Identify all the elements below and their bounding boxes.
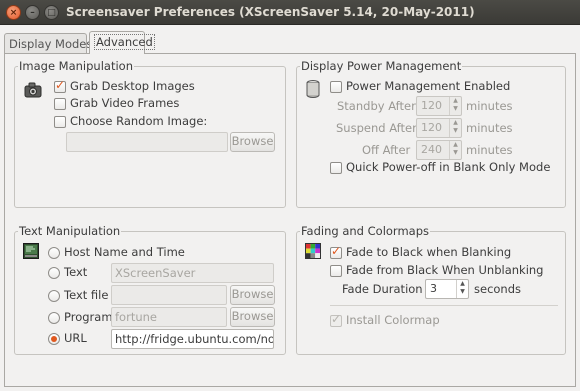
grab-video-checkbox[interactable] [54, 98, 66, 110]
install-colormap-checkbox[interactable] [330, 312, 342, 327]
fading-title: Fading and Colormaps [300, 224, 430, 238]
power-management-label: Power Management Enabled [346, 79, 511, 93]
fading-separator [330, 305, 558, 306]
standby-arrows-icon[interactable]: ▲ ▼ [449, 97, 461, 115]
image-browse-button[interactable]: Browse [230, 132, 275, 152]
fade-to-black-label: Fade to Black when Blanking [346, 245, 512, 259]
fade-from-black-checkbox[interactable] [330, 265, 342, 277]
host-name-radio[interactable] [48, 247, 60, 259]
program-label: Program [64, 310, 113, 324]
text-file-label: Text file [64, 288, 109, 302]
program-browse-button[interactable]: Browse [230, 307, 275, 327]
quick-poweroff-label: Quick Power-off in Blank Only Mode [346, 160, 551, 174]
text-manipulation-title: Text Manipulation [18, 224, 122, 238]
maximize-button[interactable]: □ [44, 5, 59, 20]
minimize-button[interactable]: – [25, 5, 40, 20]
suspend-label: Suspend After [336, 121, 417, 135]
grab-desktop-label: Grab Desktop Images [70, 79, 195, 93]
quick-poweroff-checkbox[interactable] [330, 162, 342, 174]
host-name-label: Host Name and Time [64, 245, 185, 259]
grab-video-label: Grab Video Frames [70, 96, 180, 110]
fade-duration-spinner[interactable]: 3 ▲ ▼ [425, 279, 469, 299]
fade-duration-arrows-icon[interactable]: ▲ ▼ [456, 280, 468, 298]
camera-icon [24, 82, 42, 98]
standby-value: 120 [421, 99, 442, 112]
standby-spinner[interactable]: 120 ▲ ▼ [416, 96, 462, 116]
program-input[interactable]: fortune [111, 307, 227, 327]
fade-duration-unit: seconds [474, 282, 522, 296]
standby-unit: minutes [466, 99, 513, 113]
grab-desktop-checkbox[interactable] [54, 78, 66, 93]
tab-display-modes[interactable]: Display Modes [4, 33, 92, 53]
power-can-icon [306, 80, 320, 98]
suspend-spinner[interactable]: 120 ▲ ▼ [416, 118, 462, 138]
off-arrows-icon[interactable]: ▲ ▼ [449, 141, 461, 159]
fade-from-black-label: Fade from Black When Unblanking [346, 263, 544, 277]
image-manipulation-title: Image Manipulation [18, 59, 134, 73]
suspend-unit: minutes [466, 121, 513, 135]
display-power-title: Display Power Management [300, 59, 463, 73]
choose-random-checkbox[interactable] [54, 116, 66, 128]
text-file-input[interactable] [111, 285, 227, 305]
url-label: URL [64, 331, 87, 345]
off-label: Off After [362, 143, 411, 157]
text-file-browse-button[interactable]: Browse [230, 285, 275, 305]
standby-label: Standby After [337, 99, 416, 113]
program-radio[interactable] [48, 312, 60, 324]
text-terminal-icon [23, 243, 39, 259]
text-label: Text [64, 265, 88, 279]
off-unit: minutes [466, 143, 513, 157]
url-input[interactable]: http://fridge.ubuntu.com/node/ [111, 329, 274, 349]
fade-duration-label: Fade Duration [342, 282, 423, 296]
suspend-arrows-icon[interactable]: ▲ ▼ [449, 119, 461, 137]
colormap-icon [305, 243, 321, 259]
window-title: Screensaver Preferences (XScreenSaver 5.… [66, 5, 475, 19]
install-colormap-label: Install Colormap [346, 313, 440, 327]
text-input[interactable]: XScreenSaver [111, 263, 274, 283]
text-radio[interactable] [48, 267, 60, 279]
tab-advanced[interactable]: Advanced [89, 31, 155, 54]
tab-display-modes-label: Display Modes [9, 37, 93, 51]
text-file-radio[interactable] [48, 290, 60, 302]
off-spinner[interactable]: 240 ▲ ▼ [416, 140, 462, 160]
fade-duration-value: 3 [430, 282, 437, 295]
fade-to-black-checkbox[interactable] [330, 244, 342, 259]
suspend-value: 120 [421, 121, 442, 134]
title-bar: × – □ Screensaver Preferences (XScreenSa… [0, 0, 580, 25]
power-management-checkbox[interactable] [330, 81, 342, 93]
url-radio[interactable] [48, 333, 60, 345]
close-button[interactable]: × [6, 5, 21, 20]
tab-advanced-label: Advanced [94, 34, 155, 50]
image-path-input[interactable] [66, 132, 228, 152]
off-value: 240 [421, 143, 442, 156]
choose-random-label: Choose Random Image: [70, 114, 208, 128]
